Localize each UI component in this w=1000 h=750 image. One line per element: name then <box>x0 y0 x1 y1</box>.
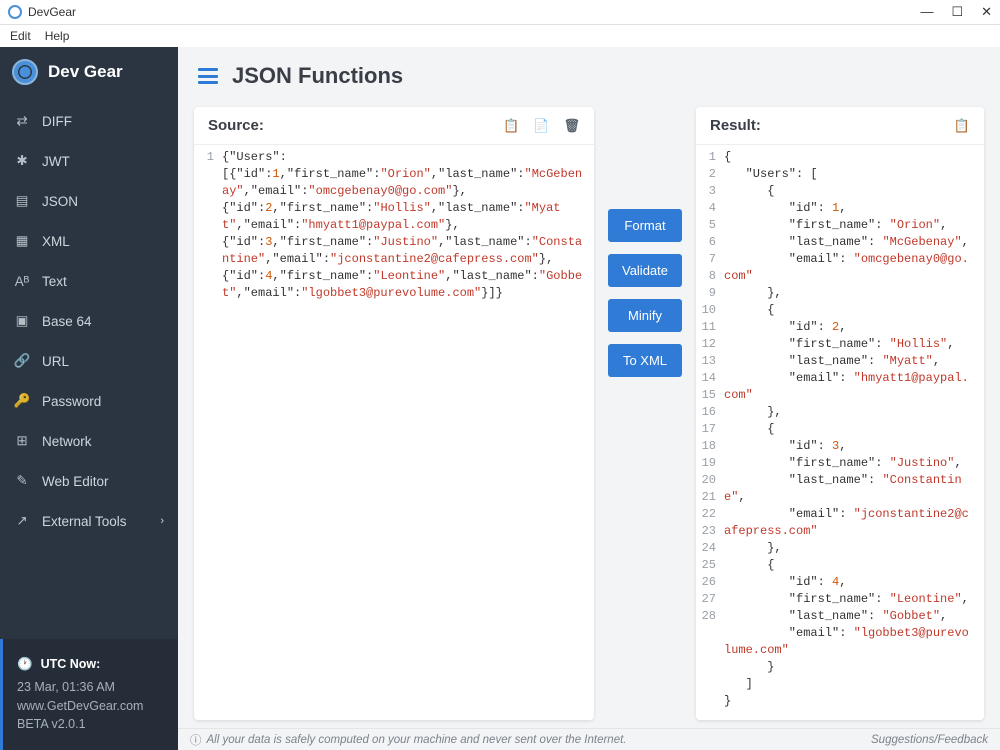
app-logo-icon <box>8 5 22 19</box>
password-icon: 🔑 <box>14 393 30 409</box>
json-icon: ▤ <box>14 193 30 209</box>
sidebar-item-label: Network <box>42 434 92 449</box>
sidebar-item-url[interactable]: 🔗 URL <box>0 341 178 381</box>
trash-icon[interactable]: 🗑 <box>563 118 580 134</box>
result-viewer[interactable]: 1234567891011121314151617181920212223242… <box>696 145 984 720</box>
menu-edit[interactable]: Edit <box>10 29 31 43</box>
copy-icon[interactable]: 📋 <box>503 118 519 134</box>
jwt-icon: ✱ <box>14 153 30 169</box>
sidebar-item-xml[interactable]: ▦ XML <box>0 221 178 261</box>
sidebar-item-label: XML <box>42 234 70 249</box>
network-icon: ⊞ <box>14 433 30 449</box>
sidebar-item-label: JSON <box>42 194 78 209</box>
hamburger-icon[interactable] <box>198 68 218 84</box>
sidebar-item-label: Password <box>42 394 101 409</box>
action-buttons: Format Validate Minify To XML <box>608 107 682 720</box>
utc-time: 23 Mar, 01:36 AM <box>17 678 164 697</box>
sidebar-item-base-64[interactable]: ▣ Base 64 <box>0 301 178 341</box>
clock-icon: 🕐 <box>17 655 33 674</box>
info-icon: ⓘ <box>190 732 202 748</box>
sidebar-item-label: External Tools <box>42 514 127 529</box>
source-panel: Source: 📋 📄 🗑 1 {"Users":[{"id":1,"first… <box>194 107 594 720</box>
paste-icon[interactable]: 📄 <box>533 118 549 134</box>
validate-button[interactable]: Validate <box>608 254 682 287</box>
sidebar-header: Dev Gear <box>0 47 178 101</box>
source-label: Source: <box>208 117 264 134</box>
text-icon: Aᴮ <box>14 273 30 289</box>
result-label: Result: <box>710 117 761 134</box>
sidebar-item-label: Base 64 <box>42 314 92 329</box>
sidebar: Dev Gear ⇄ DIFF ✱ JWT ▤ JSON ▦ XML Aᴮ Text ▣ Base 6… <box>0 47 178 750</box>
window-titlebar: DevGear — ☐ ✕ <box>0 0 1000 25</box>
footer-message: All your data is safely computed on your… <box>207 734 627 746</box>
sidebar-item-json[interactable]: ▤ JSON <box>0 181 178 221</box>
base64-icon: ▣ <box>14 313 30 329</box>
gear-logo-icon <box>12 59 38 85</box>
menu-help[interactable]: Help <box>45 29 70 43</box>
sidebar-item-jwt[interactable]: ✱ JWT <box>0 141 178 181</box>
copy-icon[interactable]: 📋 <box>954 118 970 134</box>
diff-icon: ⇄ <box>14 113 30 129</box>
format-button[interactable]: Format <box>608 209 682 242</box>
window-close-button[interactable]: ✕ <box>981 4 992 20</box>
url-icon: 🔗 <box>14 353 30 369</box>
status-bar: ⓘ All your data is safely computed on yo… <box>178 728 1000 750</box>
window-minimize-button[interactable]: — <box>920 4 933 20</box>
sidebar-item-label: DIFF <box>42 114 72 129</box>
toxml-button[interactable]: To XML <box>608 344 682 377</box>
site-link[interactable]: www.GetDevGear.com <box>17 697 164 716</box>
sidebar-item-diff[interactable]: ⇄ DIFF <box>0 101 178 141</box>
sidebar-item-label: URL <box>42 354 69 369</box>
xml-icon: ▦ <box>14 233 30 249</box>
source-editor[interactable]: 1 {"Users":[{"id":1,"first_name":"Orion"… <box>194 145 594 720</box>
sidebar-item-label: JWT <box>42 154 70 169</box>
sidebar-item-external-tools[interactable]: ↗ External Tools › <box>0 501 178 541</box>
minify-button[interactable]: Minify <box>608 299 682 332</box>
content-header: JSON Functions <box>178 47 1000 101</box>
sidebar-item-password[interactable]: 🔑 Password <box>0 381 178 421</box>
window-maximize-button[interactable]: ☐ <box>951 4 963 20</box>
menubar: Edit Help <box>0 25 1000 47</box>
sidebar-status: 🕐 UTC Now: 23 Mar, 01:36 AM www.GetDevGe… <box>0 639 178 750</box>
window-title: DevGear <box>28 5 76 19</box>
webeditor-icon: ✎ <box>14 473 30 489</box>
app-name: Dev Gear <box>48 62 123 82</box>
sidebar-item-label: Web Editor <box>42 474 109 489</box>
utc-label: UTC Now: <box>41 655 101 674</box>
page-title: JSON Functions <box>232 63 403 89</box>
external-icon: ↗ <box>14 513 30 529</box>
chevron-right-icon: › <box>160 515 164 527</box>
sidebar-item-web-editor[interactable]: ✎ Web Editor <box>0 461 178 501</box>
feedback-link[interactable]: Suggestions/Feedback <box>871 734 988 746</box>
content-area: JSON Functions Source: 📋 📄 🗑 1 {"Users":… <box>178 47 1000 750</box>
version-label: BETA v2.0.1 <box>17 715 164 734</box>
sidebar-item-text[interactable]: Aᴮ Text <box>0 261 178 301</box>
sidebar-item-network[interactable]: ⊞ Network <box>0 421 178 461</box>
result-panel: Result: 📋 123456789101112131415161718192… <box>696 107 984 720</box>
sidebar-item-label: Text <box>42 274 67 289</box>
